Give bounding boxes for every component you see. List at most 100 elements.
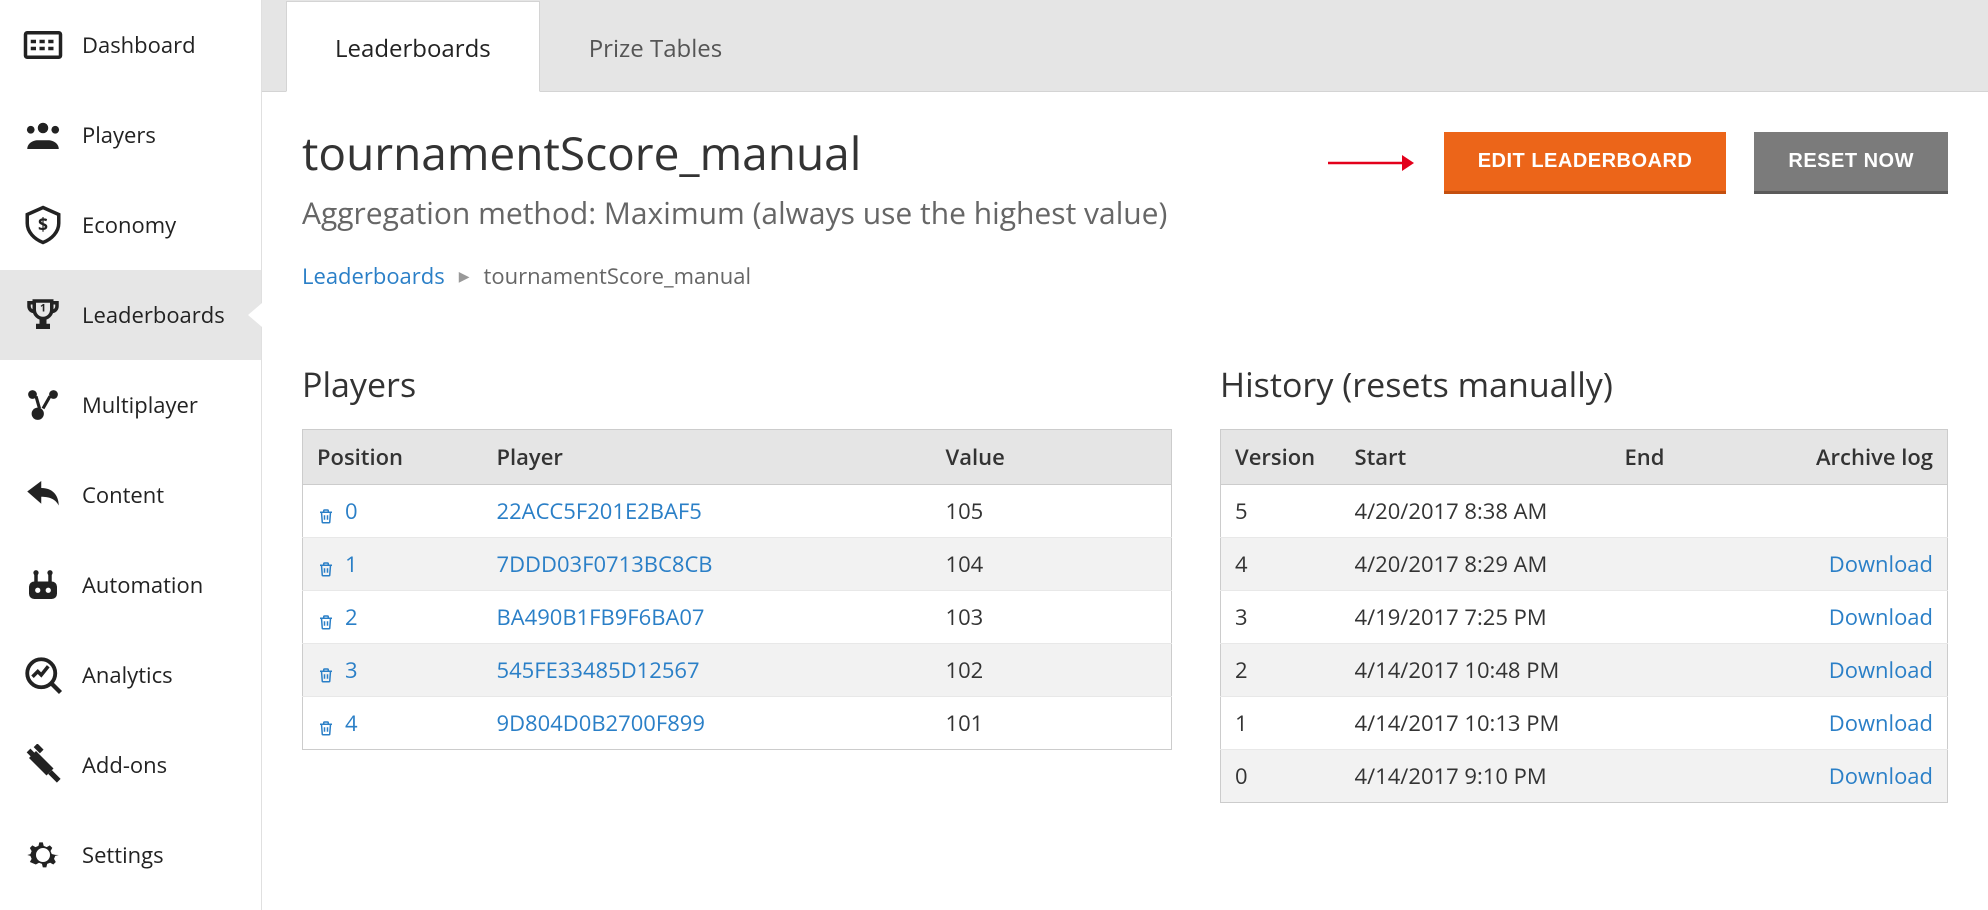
end-cell bbox=[1611, 644, 1778, 697]
sidebar-item-label: Settings bbox=[82, 840, 164, 870]
download-link[interactable]: Download bbox=[1829, 761, 1933, 791]
trash-icon[interactable] bbox=[317, 608, 335, 626]
sidebar-item-label: Automation bbox=[82, 570, 203, 600]
col-end: End bbox=[1611, 430, 1778, 485]
value-cell: 104 bbox=[932, 538, 1172, 591]
start-cell: 4/20/2017 8:29 AM bbox=[1341, 538, 1611, 591]
version-cell: 0 bbox=[1221, 750, 1341, 803]
table-row: 54/20/2017 8:38 AM bbox=[1221, 485, 1948, 538]
main-content: Leaderboards Prize Tables tournamentScor… bbox=[262, 0, 1988, 910]
breadcrumb-current: tournamentScore_manual bbox=[484, 261, 752, 291]
download-link[interactable]: Download bbox=[1829, 549, 1933, 579]
sidebar-item-label: Analytics bbox=[82, 660, 173, 690]
sidebar-item-label: Economy bbox=[82, 210, 176, 240]
table-row: 34/19/2017 7:25 PMDownload bbox=[1221, 591, 1948, 644]
position-link[interactable]: 2 bbox=[345, 602, 358, 632]
download-link[interactable]: Download bbox=[1829, 602, 1933, 632]
breadcrumb-root-link[interactable]: Leaderboards bbox=[302, 261, 445, 291]
leaderboards-icon: 1 bbox=[22, 294, 64, 336]
table-row: 4 9D804D0B2700F899 101 bbox=[303, 697, 1172, 750]
end-cell bbox=[1611, 538, 1778, 591]
player-link[interactable]: 22ACC5F201E2BAF5 bbox=[497, 496, 702, 526]
players-icon bbox=[22, 114, 64, 156]
dashboard-icon bbox=[22, 24, 64, 66]
sidebar-item-label: Add-ons bbox=[82, 750, 167, 780]
sidebar-item-leaderboards[interactable]: 1 Leaderboards bbox=[0, 270, 261, 360]
history-table: Version Start End Archive log 54/20/2017… bbox=[1220, 429, 1948, 803]
tab-leaderboards[interactable]: Leaderboards bbox=[286, 1, 540, 92]
col-start: Start bbox=[1341, 430, 1611, 485]
version-cell: 5 bbox=[1221, 485, 1341, 538]
archive-cell: Download bbox=[1778, 538, 1948, 591]
sidebar-item-label: Dashboard bbox=[82, 30, 196, 60]
history-panel: History (resets manually) Version Start … bbox=[1220, 361, 1948, 803]
tab-bar: Leaderboards Prize Tables bbox=[262, 0, 1988, 92]
multiplayer-icon bbox=[22, 384, 64, 426]
trash-icon[interactable] bbox=[317, 714, 335, 732]
version-cell: 2 bbox=[1221, 644, 1341, 697]
sidebar-item-dashboard[interactable]: Dashboard bbox=[0, 0, 261, 90]
position-link[interactable]: 4 bbox=[345, 708, 358, 738]
sidebar-item-analytics[interactable]: Analytics bbox=[0, 630, 261, 720]
analytics-icon bbox=[22, 654, 64, 696]
arrow-annotation-icon bbox=[1326, 149, 1416, 177]
player-link[interactable]: BA490B1FB9F6BA07 bbox=[497, 602, 705, 632]
start-cell: 4/14/2017 10:13 PM bbox=[1341, 697, 1611, 750]
sidebar-item-players[interactable]: Players bbox=[0, 90, 261, 180]
start-cell: 4/14/2017 10:48 PM bbox=[1341, 644, 1611, 697]
archive-cell: Download bbox=[1778, 591, 1948, 644]
col-position: Position bbox=[303, 430, 483, 485]
position-link[interactable]: 0 bbox=[345, 496, 358, 526]
position-link[interactable]: 3 bbox=[345, 655, 358, 685]
col-archive: Archive log bbox=[1778, 430, 1948, 485]
trash-icon[interactable] bbox=[317, 661, 335, 679]
table-row: 1 7DDD03F0713BC8CB 104 bbox=[303, 538, 1172, 591]
reset-now-button[interactable]: RESET NOW bbox=[1754, 132, 1948, 194]
version-cell: 4 bbox=[1221, 538, 1341, 591]
sidebar-item-label: Players bbox=[82, 120, 156, 150]
addons-icon bbox=[22, 744, 64, 786]
player-link[interactable]: 9D804D0B2700F899 bbox=[497, 708, 705, 738]
value-cell: 103 bbox=[932, 591, 1172, 644]
col-version: Version bbox=[1221, 430, 1341, 485]
trash-icon[interactable] bbox=[317, 555, 335, 573]
sidebar-item-settings[interactable]: Settings bbox=[0, 810, 261, 900]
history-panel-title: History (resets manually) bbox=[1220, 361, 1948, 407]
players-panel-title: Players bbox=[302, 361, 1172, 407]
page-subtitle: Aggregation method: Maximum (always use … bbox=[302, 192, 1167, 233]
position-link[interactable]: 1 bbox=[345, 549, 358, 579]
archive-cell bbox=[1778, 485, 1948, 538]
sidebar-item-label: Content bbox=[82, 480, 164, 510]
trash-icon[interactable] bbox=[317, 502, 335, 520]
sidebar-item-automation[interactable]: Automation bbox=[0, 540, 261, 630]
sidebar-item-label: Leaderboards bbox=[82, 300, 225, 330]
archive-cell: Download bbox=[1778, 750, 1948, 803]
players-table: Position Player Value 022ACC5F201E2BAF51… bbox=[302, 429, 1172, 750]
end-cell bbox=[1611, 591, 1778, 644]
archive-cell: Download bbox=[1778, 697, 1948, 750]
edit-leaderboard-button[interactable]: EDIT LEADERBOARD bbox=[1444, 132, 1727, 194]
tab-prize-tables[interactable]: Prize Tables bbox=[540, 1, 771, 91]
value-cell: 101 bbox=[932, 697, 1172, 750]
end-cell bbox=[1611, 697, 1778, 750]
player-link[interactable]: 545FE33485D12567 bbox=[497, 655, 700, 685]
sidebar-item-addons[interactable]: Add-ons bbox=[0, 720, 261, 810]
player-link[interactable]: 7DDD03F0713BC8CB bbox=[497, 549, 713, 579]
start-cell: 4/14/2017 9:10 PM bbox=[1341, 750, 1611, 803]
sidebar-item-economy[interactable]: $ Economy bbox=[0, 180, 261, 270]
col-value: Value bbox=[932, 430, 1172, 485]
table-row: 44/20/2017 8:29 AM Download bbox=[1221, 538, 1948, 591]
sidebar-item-content[interactable]: Content bbox=[0, 450, 261, 540]
sidebar: Dashboard Players $ Economy 1 Leaderboar… bbox=[0, 0, 262, 910]
settings-icon bbox=[22, 834, 64, 876]
economy-icon: $ bbox=[22, 204, 64, 246]
value-cell: 105 bbox=[932, 485, 1172, 538]
table-row: 14/14/2017 10:13 PMDownload bbox=[1221, 697, 1948, 750]
breadcrumb: Leaderboards ▶ tournamentScore_manual bbox=[302, 261, 1948, 291]
svg-text:1: 1 bbox=[40, 302, 46, 316]
download-link[interactable]: Download bbox=[1829, 655, 1933, 685]
sidebar-item-multiplayer[interactable]: Multiplayer bbox=[0, 360, 261, 450]
download-link[interactable]: Download bbox=[1829, 708, 1933, 738]
end-cell bbox=[1611, 750, 1778, 803]
table-row: 0 22ACC5F201E2BAF5 105 bbox=[303, 485, 1172, 538]
